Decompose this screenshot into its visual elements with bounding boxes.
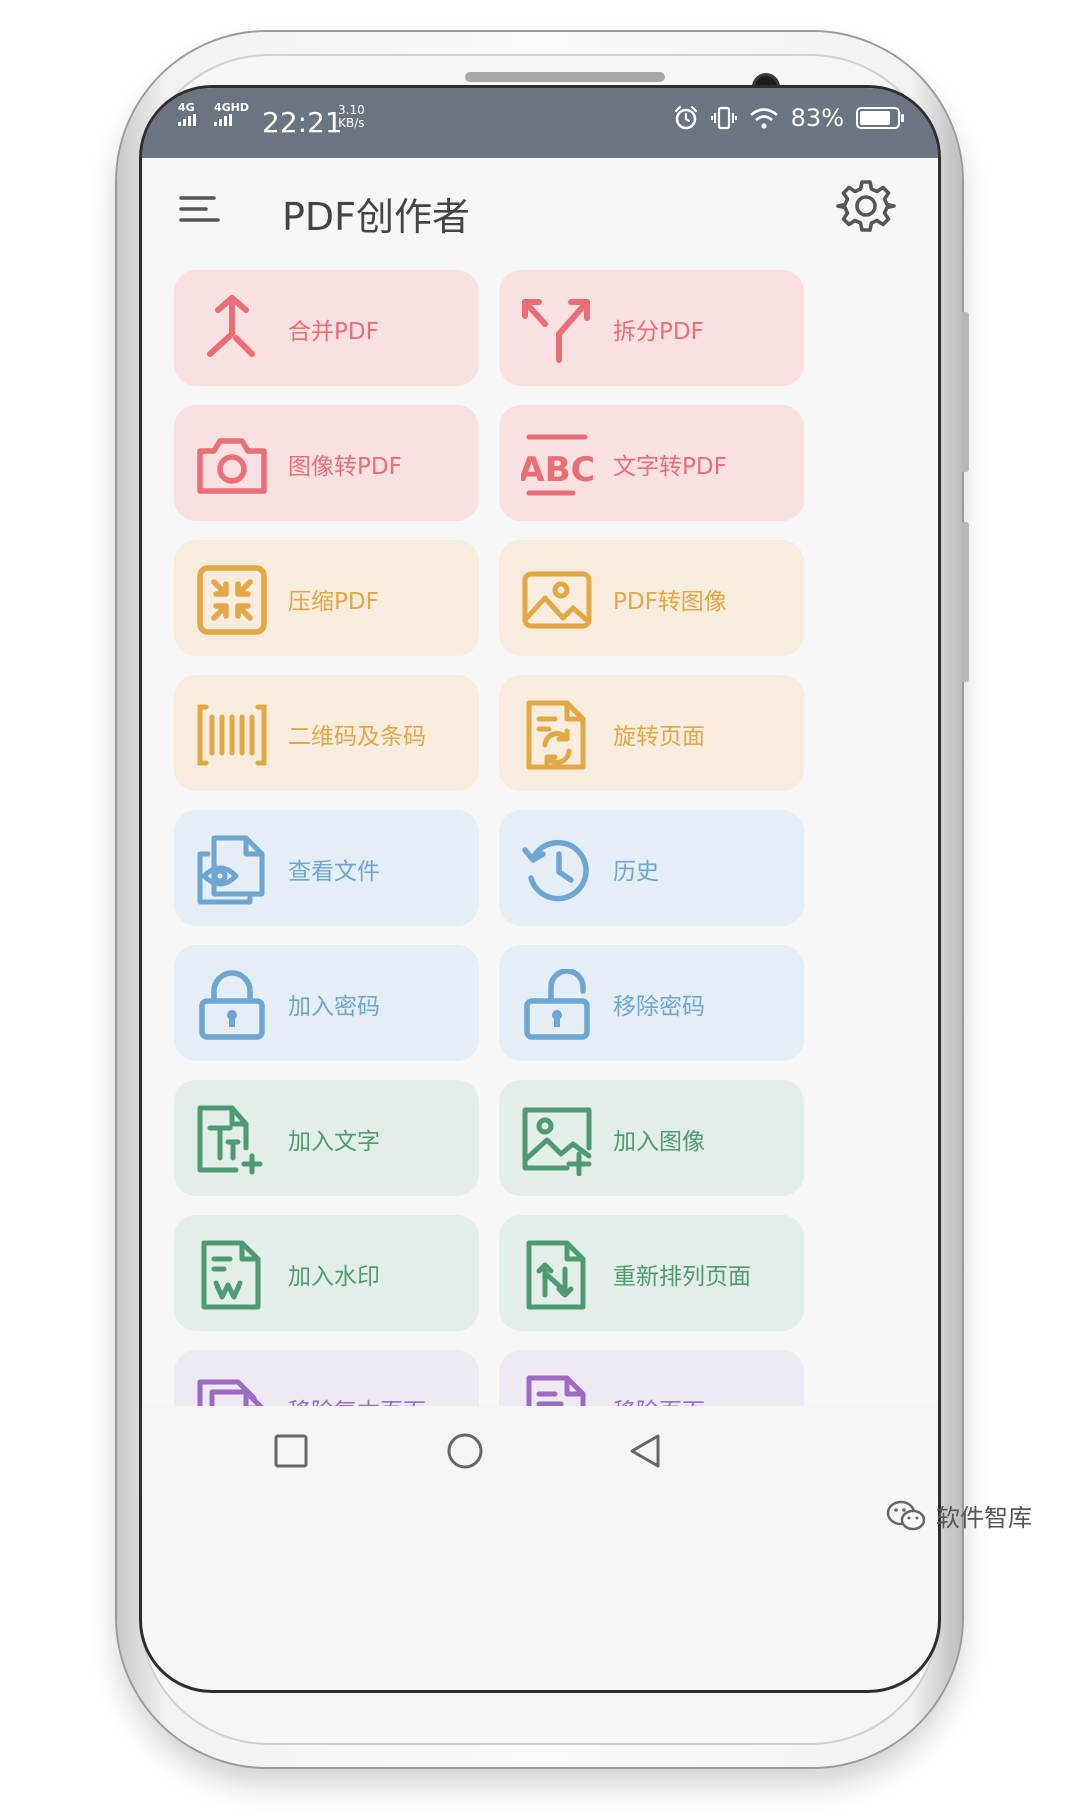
- square-recents-icon[interactable]: [266, 1426, 316, 1476]
- tool-label: 压缩PDF: [288, 589, 379, 615]
- watermark-text: 软件智库: [936, 1504, 1032, 1532]
- tool-label: 拆分PDF: [613, 319, 704, 345]
- tool-rotate-pages[interactable]: 旋转页面: [499, 675, 804, 791]
- tool-label: 合并PDF: [288, 319, 379, 345]
- hamburger-menu-icon[interactable]: [178, 186, 224, 232]
- volume-button: [962, 312, 969, 472]
- tool-label: 移除复本页面: [288, 1392, 426, 1406]
- system-nav-bar: [142, 1406, 938, 1496]
- wifi-icon: [749, 108, 778, 129]
- signal-bars-icon: [214, 114, 232, 126]
- triangle-back-icon[interactable]: [620, 1426, 670, 1476]
- network-type-1: 4G: [178, 101, 195, 114]
- tool-label: 移除密码: [613, 994, 705, 1020]
- earpiece-speaker: [465, 72, 665, 82]
- gear-icon[interactable]: [836, 176, 896, 236]
- tool-label: 加入文字: [288, 1129, 380, 1155]
- network-speed: 3.10 KB/s: [338, 104, 365, 130]
- power-button: [962, 522, 969, 682]
- tool-label: 重新排列页面: [613, 1264, 751, 1290]
- network-type-2: 4GHD: [214, 101, 250, 114]
- watermark-icon: [201, 1240, 261, 1310]
- tool-label: 二维码及条码: [288, 724, 426, 750]
- tool-add-watermark[interactable]: 加入水印: [174, 1215, 479, 1331]
- status-icons: 83%: [673, 104, 904, 132]
- tool-add-image[interactable]: 加入图像: [499, 1080, 804, 1196]
- tool-compress-pdf[interactable]: 压缩PDF: [174, 540, 479, 656]
- tool-add-text[interactable]: 加入文字: [174, 1080, 479, 1196]
- lock-icon: [199, 970, 265, 1040]
- tool-barcode[interactable]: 二维码及条码: [174, 675, 479, 791]
- tool-label: 查看文件: [288, 859, 380, 885]
- circle-home-icon[interactable]: [440, 1426, 490, 1476]
- split-icon: [522, 299, 590, 363]
- signal-2: 4GHD: [214, 102, 249, 129]
- tool-label: 加入图像: [613, 1129, 705, 1155]
- image-icon: [522, 571, 592, 629]
- tool-pdf-to-image[interactable]: PDF转图像: [499, 540, 804, 656]
- tool-label: 历史: [613, 859, 659, 885]
- watermark: 软件智库: [886, 1498, 1032, 1533]
- tool-label: 旋转页面: [613, 724, 705, 750]
- alarm-icon: [674, 105, 697, 130]
- tool-history[interactable]: 历史: [499, 810, 804, 926]
- svg-text:ABC: ABC: [521, 450, 593, 490]
- add-text-icon: [197, 1105, 263, 1175]
- tool-rearrange-pages[interactable]: 重新排列页面: [499, 1215, 804, 1331]
- tool-label: 移除页面: [613, 1392, 705, 1406]
- remove-pages-icon: [526, 1375, 586, 1406]
- tool-remove-pages[interactable]: 移除页面: [499, 1350, 804, 1406]
- page-title: PDF创作者: [282, 195, 471, 239]
- vibrate-icon: [710, 106, 737, 130]
- add-image-icon: [522, 1107, 592, 1176]
- signal-bars-icon: [178, 114, 196, 126]
- tool-label: PDF转图像: [613, 589, 727, 615]
- barcode-icon: [197, 704, 267, 766]
- tool-label: 加入水印: [288, 1264, 380, 1290]
- unlock-icon: [524, 969, 590, 1040]
- tool-label: 加入密码: [288, 994, 380, 1020]
- tool-split-pdf[interactable]: 拆分PDF: [499, 270, 804, 386]
- tool-add-password[interactable]: 加入密码: [174, 945, 479, 1061]
- remove-duplicate-pages-icon: [197, 1379, 264, 1406]
- tool-label: 文字转PDF: [613, 454, 727, 480]
- tool-label: 图像转PDF: [288, 454, 402, 480]
- signal-1: 4G: [178, 102, 200, 129]
- battery-icon: [856, 107, 904, 129]
- camera-icon: [197, 438, 267, 494]
- battery-percent: 83%: [790, 104, 844, 132]
- tools-grid: 合并PDF 拆分PDF 图像转PDF ABC 文字转PDF 压缩PDF PDF转…: [174, 270, 914, 1406]
- phone-screen: 4G 4GHD 22:21 3.10 KB/s 83% PDF创作者 合并PDF…: [142, 88, 938, 1690]
- wechat-icon: [886, 1500, 926, 1530]
- rearrange-pages-icon: [526, 1240, 586, 1310]
- status-bar: 4G 4GHD 22:21 3.10 KB/s 83%: [142, 88, 938, 158]
- app-bar: PDF创作者: [142, 158, 938, 258]
- compress-icon: [197, 565, 267, 635]
- tool-image-to-pdf[interactable]: 图像转PDF: [174, 405, 479, 521]
- tool-remove-password[interactable]: 移除密码: [499, 945, 804, 1061]
- tool-text-to-pdf[interactable]: ABC 文字转PDF: [499, 405, 804, 521]
- clock: 22:21: [262, 106, 343, 139]
- speed-unit: KB/s: [338, 116, 365, 130]
- battery-level: [860, 111, 890, 125]
- tool-merge-pdf[interactable]: 合并PDF: [174, 270, 479, 386]
- rotate-page-icon: [526, 700, 586, 770]
- tool-remove-duplicate-pages[interactable]: 移除复本页面: [174, 1350, 479, 1406]
- merge-icon: [207, 295, 255, 357]
- history-icon: [522, 839, 589, 902]
- view-file-icon: [197, 835, 265, 905]
- tool-view-file[interactable]: 查看文件: [174, 810, 479, 926]
- abc-text-icon: ABC: [521, 434, 593, 496]
